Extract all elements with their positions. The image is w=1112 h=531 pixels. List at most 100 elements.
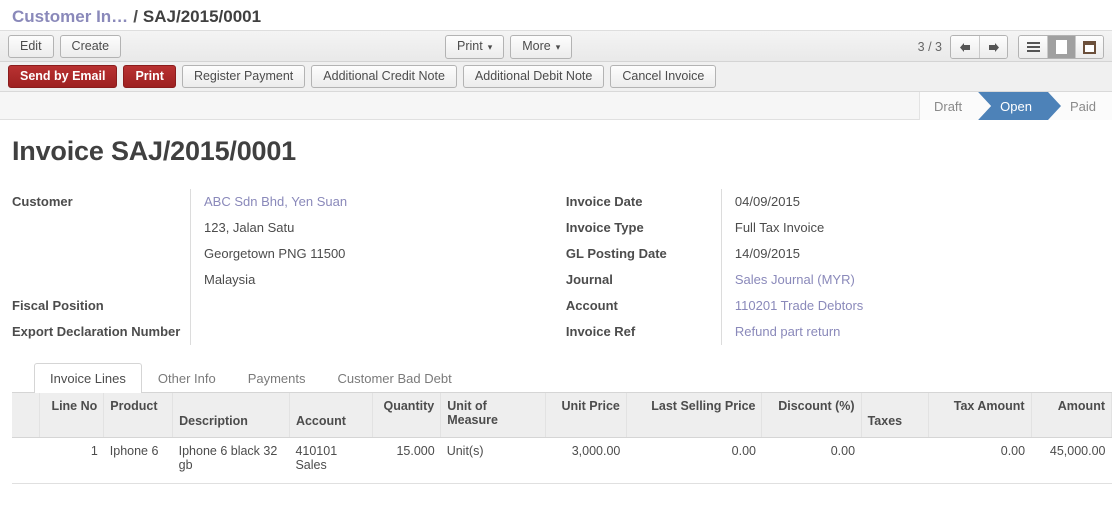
row-handle-header <box>12 393 39 437</box>
cell-unit-of-measure: Unit(s) <box>441 437 545 483</box>
cell-description: Iphone 6 black 32 gb <box>173 437 290 483</box>
send-by-email-button[interactable]: Send by Email <box>8 65 117 88</box>
more-dropdown-button[interactable]: More ▾ <box>510 35 572 59</box>
table-header-row: Line No Product Description Account Quan… <box>12 393 1112 437</box>
customer-label: Customer <box>12 189 73 215</box>
cell-unit-price: 3,000.00 <box>545 437 626 483</box>
col-header-line-no[interactable]: Line No <box>39 393 104 437</box>
fiscal-position-label: Fiscal Position <box>12 293 104 319</box>
spacer <box>12 267 182 293</box>
list-view-button[interactable] <box>1019 36 1047 58</box>
invoice-date-label: Invoice Date <box>566 189 643 215</box>
cell-last-selling-price: 0.00 <box>626 437 762 483</box>
cell-line-no: 1 <box>39 437 104 483</box>
col-header-tax-amount[interactable]: Tax Amount <box>929 393 1031 437</box>
print-dropdown-label: Print <box>457 39 483 53</box>
form-sheet: Invoice SAJ/2015/0001 Customer Fiscal Po… <box>0 120 1112 345</box>
pager-arrows <box>950 35 1008 59</box>
calendar-view-button[interactable] <box>1075 36 1103 58</box>
field-columns: Customer Fiscal Position Export Declarat… <box>12 189 1100 345</box>
list-icon <box>1027 40 1040 54</box>
customer-city: Georgetown PNG 11500 <box>204 241 345 267</box>
col-header-taxes[interactable]: Taxes <box>861 393 929 437</box>
col-header-unit-of-measure[interactable]: Unit of Measure <box>441 393 545 437</box>
main-toolbar: Edit Create Print ▾ More ▾ 3 / 3 <box>0 30 1112 62</box>
arrow-right-icon <box>987 42 1000 53</box>
additional-credit-note-button[interactable]: Additional Credit Note <box>311 65 457 88</box>
status-draft[interactable]: Draft <box>920 92 978 120</box>
spacer <box>12 215 182 241</box>
table-row[interactable]: 1 Iphone 6 Iphone 6 black 32 gb 410101 S… <box>12 437 1112 483</box>
col-header-description[interactable]: Description <box>173 393 290 437</box>
breadcrumb-separator: / <box>133 7 138 27</box>
cancel-invoice-button[interactable]: Cancel Invoice <box>610 65 716 88</box>
statusbar-row: Draft Open Paid <box>0 92 1112 120</box>
col-header-discount[interactable]: Discount (%) <box>762 393 861 437</box>
gl-posting-date-value: 14/09/2015 <box>735 241 800 267</box>
tab-payments[interactable]: Payments <box>232 363 322 393</box>
invoice-lines-table: Line No Product Description Account Quan… <box>12 393 1112 484</box>
edit-button[interactable]: Edit <box>8 35 54 58</box>
invoice-date-value: 04/09/2015 <box>735 189 800 215</box>
col-header-quantity[interactable]: Quantity <box>373 393 441 437</box>
cell-amount: 45,000.00 <box>1031 437 1111 483</box>
form-view-button[interactable] <box>1047 36 1075 58</box>
cell-quantity: 15.000 <box>373 437 441 483</box>
chevron-down-icon: ▾ <box>488 40 493 54</box>
col-header-amount[interactable]: Amount <box>1031 393 1111 437</box>
cell-discount: 0.00 <box>762 437 861 483</box>
right-field-column: Invoice Date Invoice Type GL Posting Dat… <box>566 189 1100 345</box>
additional-debit-note-button[interactable]: Additional Debit Note <box>463 65 604 88</box>
print-button[interactable]: Print <box>123 65 175 88</box>
account-label: Account <box>566 293 618 319</box>
pager-count: 3 / 3 <box>918 40 942 54</box>
previous-record-button[interactable] <box>951 36 979 58</box>
notebook-tabs: Invoice Lines Other Info Payments Custom… <box>12 363 1112 393</box>
col-header-account[interactable]: Account <box>289 393 372 437</box>
breadcrumb-current: SAJ/2015/0001 <box>143 7 261 27</box>
invoice-ref-link[interactable]: Refund part return <box>735 319 841 345</box>
cell-product: Iphone 6 <box>104 437 173 483</box>
print-dropdown-button[interactable]: Print ▾ <box>445 35 504 59</box>
gl-posting-date-label: GL Posting Date <box>566 241 667 267</box>
invoice-ref-label: Invoice Ref <box>566 319 635 345</box>
left-label-column: Customer Fiscal Position Export Declarat… <box>12 189 190 345</box>
col-header-unit-price[interactable]: Unit Price <box>545 393 626 437</box>
arrow-left-icon <box>959 42 972 53</box>
create-button[interactable]: Create <box>60 35 122 58</box>
invoice-type-value: Full Tax Invoice <box>735 215 824 241</box>
col-header-product[interactable]: Product <box>104 393 173 437</box>
cell-tax-amount: 0.00 <box>929 437 1031 483</box>
right-value-column: 04/09/2015 Full Tax Invoice 14/09/2015 S… <box>721 189 1100 345</box>
journal-link[interactable]: Sales Journal (MYR) <box>735 267 855 293</box>
more-dropdown-label: More <box>522 39 550 53</box>
cell-taxes <box>861 437 929 483</box>
invoice-type-label: Invoice Type <box>566 215 644 241</box>
page-title: Invoice SAJ/2015/0001 <box>12 136 1100 167</box>
invoice-lines-table-wrapper: Line No Product Description Account Quan… <box>0 393 1112 484</box>
breadcrumb-parent-link[interactable]: Customer In… <box>12 7 128 27</box>
toolbar-dropdown-group: Print ▾ More ▾ <box>445 35 578 59</box>
action-button-bar: Send by Email Print Register Payment Add… <box>0 62 1112 92</box>
breadcrumb: Customer In… / SAJ/2015/0001 <box>0 0 1112 30</box>
tab-other-info[interactable]: Other Info <box>142 363 232 393</box>
next-record-button[interactable] <box>979 36 1007 58</box>
calendar-icon <box>1083 41 1096 54</box>
status-badge: Draft Open Paid <box>919 92 1112 120</box>
register-payment-button[interactable]: Register Payment <box>182 65 305 88</box>
account-link[interactable]: 110201 Trade Debtors <box>735 293 863 319</box>
form-icon <box>1056 40 1067 54</box>
view-switcher <box>1018 35 1104 59</box>
chevron-down-icon: ▾ <box>556 40 561 54</box>
tab-customer-bad-debt[interactable]: Customer Bad Debt <box>322 363 468 393</box>
pager-and-views: 3 / 3 <box>918 31 1104 63</box>
col-header-last-selling-price[interactable]: Last Selling Price <box>626 393 762 437</box>
tab-invoice-lines[interactable]: Invoice Lines <box>34 363 142 393</box>
spacer <box>12 241 182 267</box>
cell-account: 410101 Sales <box>289 437 372 483</box>
left-field-column: Customer Fiscal Position Export Declarat… <box>12 189 566 345</box>
export-declaration-number-label: Export Declaration Number <box>12 319 180 345</box>
row-handle-cell <box>12 437 39 483</box>
customer-name-link[interactable]: ABC Sdn Bhd, Yen Suan <box>204 189 347 215</box>
left-value-column: ABC Sdn Bhd, Yen Suan 123, Jalan Satu Ge… <box>190 189 566 345</box>
